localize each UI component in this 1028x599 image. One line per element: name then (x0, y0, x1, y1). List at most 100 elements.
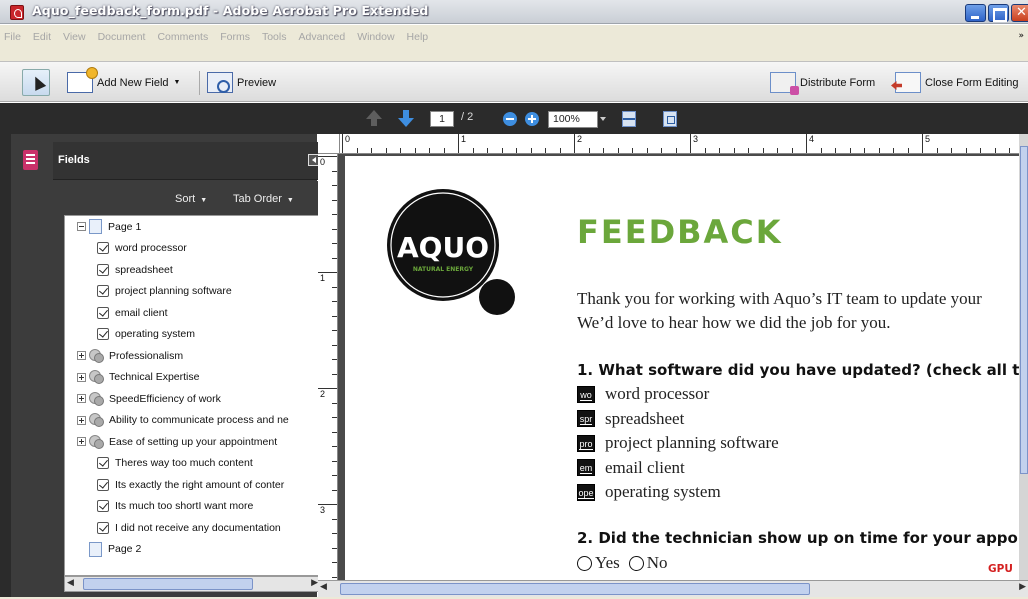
menu-item-edit[interactable]: Edit (33, 31, 51, 43)
checkbox-form-field[interactable]: em (577, 459, 595, 476)
ruler-tick (574, 134, 575, 153)
checkbox-field-icon (97, 285, 109, 298)
tree-field-node[interactable]: Its much too shortI want more (65, 496, 320, 518)
page-number-input[interactable]: 1 (430, 111, 454, 127)
distribute-form-button[interactable]: Distribute Form (770, 72, 875, 95)
checkbox-form-field[interactable]: pro (577, 434, 595, 452)
tree-field-node[interactable]: word processor (65, 238, 320, 260)
ruler-tick (762, 148, 764, 153)
tree-field-node[interactable]: I did not receive any documentation (65, 517, 320, 539)
menu-item-help[interactable]: Help (407, 31, 429, 43)
menu-item-advanced[interactable]: Advanced (298, 31, 345, 43)
tree-field-node[interactable]: Technical Expertise (65, 367, 320, 389)
zoom-level-input[interactable]: 100% (548, 111, 598, 128)
tree-field-node[interactable]: project planning software (65, 281, 320, 303)
expand-icon[interactable] (77, 372, 86, 382)
ruler-tick (332, 562, 337, 563)
tree-field-node[interactable]: Professionalism (65, 345, 320, 367)
form-heading: FEEDBACK (577, 213, 783, 251)
tab-order-dropdown[interactable]: Tab Order ▼ (233, 193, 294, 205)
fields-horizontal-scrollbar[interactable]: ◀ ▶ (64, 576, 321, 592)
preview-button[interactable]: Preview (207, 72, 276, 93)
intro-line-1: Thank you for working with Aquo’s IT tea… (577, 289, 982, 308)
tree-field-node[interactable]: email client (65, 302, 320, 324)
tree-field-node[interactable]: spreadsheet (65, 259, 320, 281)
software-option-label: word processor (605, 384, 710, 403)
ruler-tick (332, 344, 337, 346)
add-new-field-button[interactable]: Add New Field ▼ (67, 67, 180, 93)
menu-item-view[interactable]: View (63, 31, 86, 43)
ruler-tick (994, 148, 996, 153)
tree-node-label: Page 2 (108, 543, 142, 556)
tab-order-dropdown-icon: ▼ (286, 197, 294, 204)
select-tool-button[interactable] (22, 69, 50, 96)
close-window-button[interactable] (1011, 4, 1028, 22)
zoom-out-icon[interactable] (503, 112, 517, 126)
checkbox-form-field[interactable]: ope (577, 483, 595, 501)
zoom-dropdown-icon[interactable] (600, 117, 606, 121)
expand-icon[interactable] (77, 394, 86, 404)
tree-node-label: operating system (115, 328, 195, 341)
scroll-right-icon[interactable]: ▶ (304, 578, 318, 590)
menu-overflow-icon[interactable]: » (1018, 31, 1024, 41)
tree-field-node[interactable]: Theres way too much content (65, 453, 320, 475)
scroll-left-icon[interactable]: ◀ (67, 578, 81, 590)
checkbox-form-field[interactable]: wo (577, 385, 595, 403)
collapse-icon[interactable] (77, 222, 86, 232)
sort-dropdown[interactable]: Sort ▼ (175, 193, 207, 205)
ruler-tick (777, 148, 778, 153)
forms-toolbar: Add New Field ▼ Preview Distribute Form … (0, 61, 1028, 102)
ruler-tick (922, 134, 923, 153)
doc-scroll-left-icon[interactable]: ◀ (320, 582, 334, 594)
next-page-icon[interactable] (398, 110, 414, 127)
document-vertical-scrollbar[interactable] (1019, 134, 1028, 580)
menu-item-file[interactable]: File (4, 31, 21, 43)
scrolling-mode-icon[interactable] (622, 111, 636, 127)
ruler-tick (820, 148, 822, 153)
fields-panel-icon[interactable] (23, 150, 38, 170)
intro-text: Thank you for working with Aquo’s IT tea… (577, 287, 982, 335)
tree-page-node[interactable]: Page 2 (65, 539, 320, 561)
tree-page-node[interactable]: Page 1 (65, 216, 320, 238)
page-count: / 2 (461, 111, 474, 123)
checkbox-field-icon (97, 521, 109, 534)
ruler-number: 0 (320, 157, 326, 167)
checkbox-field-icon (97, 457, 109, 470)
ruler-tick (429, 148, 430, 153)
doc-scrollbar-thumb[interactable] (340, 583, 810, 595)
tree-field-node[interactable]: SpeedEfficiency of work (65, 388, 320, 410)
tree-field-node[interactable]: Ability to communicate process and ne (65, 410, 320, 432)
tree-field-node[interactable]: operating system (65, 324, 320, 346)
tree-node-label: SpeedEfficiency of work (109, 392, 221, 405)
doc-scroll-right-icon[interactable]: ▶ (1012, 582, 1026, 594)
expand-icon[interactable] (77, 415, 86, 425)
previous-page-icon[interactable] (366, 110, 382, 127)
menu-item-document[interactable]: Document (98, 31, 146, 43)
tree-field-node[interactable]: Its exactly the right amount of conter (65, 474, 320, 496)
fit-page-icon[interactable] (663, 111, 677, 127)
maximize-button[interactable] (988, 4, 1009, 22)
zoom-in-icon[interactable] (525, 112, 539, 126)
checkbox-form-field[interactable]: spr (577, 410, 595, 427)
menu-item-window[interactable]: Window (357, 31, 394, 43)
menu-item-comments[interactable]: Comments (157, 31, 208, 43)
ruler-tick (646, 148, 648, 153)
checkbox-field-icon (97, 478, 109, 491)
minimize-button[interactable] (965, 4, 986, 22)
menu-item-tools[interactable]: Tools (262, 31, 287, 43)
ruler-tick (980, 148, 981, 153)
ruler-tick (835, 148, 836, 153)
menu-item-forms[interactable]: Forms (220, 31, 250, 43)
yes-radio[interactable] (577, 555, 592, 571)
no-radio[interactable] (628, 555, 644, 571)
expand-icon[interactable] (77, 351, 86, 361)
tree-field-node[interactable]: Ease of setting up your appointment (65, 431, 320, 453)
software-option-row: em email client (577, 456, 685, 480)
close-form-editing-button[interactable]: Close Form Editing (895, 72, 1019, 93)
scrollbar-thumb[interactable] (83, 578, 253, 590)
ruler-tick (332, 446, 337, 447)
vertical-scrollbar-thumb[interactable] (1020, 146, 1028, 474)
software-option-row: spr spreadsheet (577, 407, 684, 431)
expand-icon[interactable] (77, 437, 86, 447)
document-horizontal-scrollbar[interactable]: ◀ ▶ (318, 580, 1028, 597)
